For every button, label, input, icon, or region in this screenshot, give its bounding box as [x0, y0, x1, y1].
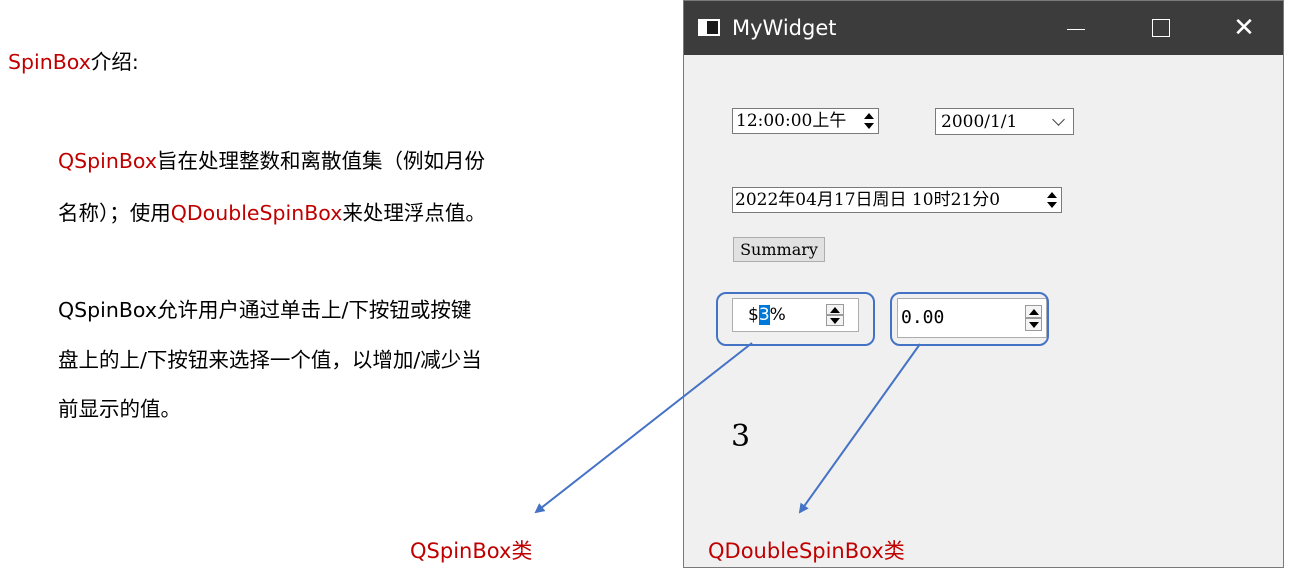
datetime-edit[interactable]: 2022年04月17日周日 10时21分0	[732, 187, 1062, 213]
app-icon	[698, 19, 720, 36]
qspinbox-term: QSpinBox	[58, 149, 157, 173]
time-edit-stepper[interactable]	[861, 111, 876, 131]
mywidget-window: MyWidget ✕ 12:00:00上午 2000/1/1 2022年04月1…	[683, 0, 1284, 568]
slide-heading: SpinBox介绍:	[8, 48, 139, 76]
para1-line2-a: 名称）；使用	[58, 201, 171, 225]
maximize-button[interactable]	[1130, 1, 1190, 55]
para2-line3: 前显示的值。	[58, 397, 181, 421]
step-up-icon[interactable]	[861, 111, 876, 121]
heading-rest: 介绍:	[90, 50, 139, 74]
step-down-icon[interactable]	[1044, 200, 1059, 210]
title-bar[interactable]: MyWidget ✕	[684, 1, 1283, 55]
date-combo-value: 2000/1/1	[941, 112, 1018, 132]
para1-line1: QSpinBox旨在处理整数和离散值集（例如月份	[58, 147, 485, 175]
para1-line1-text: 旨在处理整数和离散值集（例如月份	[156, 149, 485, 173]
heading-red: SpinBox	[8, 50, 91, 74]
para1-line2: 名称）；使用QDoubleSpinBox来处理浮点值。	[58, 199, 486, 227]
para1-line2-b: 来处理浮点值。	[342, 201, 486, 225]
para2-line1: QSpinBox允许用户通过单击上/下按钮或按键	[58, 298, 472, 322]
step-down-icon[interactable]	[861, 121, 876, 131]
caption-qdoublespinbox: QDoubleSpinBox类	[708, 539, 905, 563]
qspinbox-highlight	[716, 292, 875, 346]
step-up-icon[interactable]	[1044, 190, 1059, 200]
result-label: 3	[731, 419, 751, 454]
para2-line2: 盘上的上/下按钮来选择一个值，以增加/减少当	[58, 348, 482, 372]
qdoublespinbox-term: QDoubleSpinBox	[170, 201, 343, 225]
minimize-icon	[1067, 29, 1085, 30]
maximize-icon	[1152, 19, 1170, 37]
close-icon: ✕	[1233, 13, 1255, 43]
date-combo[interactable]: 2000/1/1	[935, 108, 1074, 135]
minimize-button[interactable]	[1045, 1, 1105, 55]
time-edit-value: 12:00:00上午	[736, 111, 847, 131]
window-title: MyWidget	[732, 16, 837, 40]
summary-button[interactable]: Summary	[733, 237, 825, 262]
caption-qspinbox: QSpinBox类	[410, 539, 533, 563]
time-edit[interactable]: 12:00:00上午	[732, 108, 879, 134]
chevron-down-icon[interactable]	[1052, 113, 1065, 126]
close-button[interactable]: ✕	[1214, 1, 1274, 55]
datetime-edit-stepper[interactable]	[1044, 190, 1059, 210]
datetime-edit-value: 2022年04月17日周日 10时21分0	[735, 190, 1001, 210]
qdoublespinbox-highlight	[890, 292, 1049, 346]
